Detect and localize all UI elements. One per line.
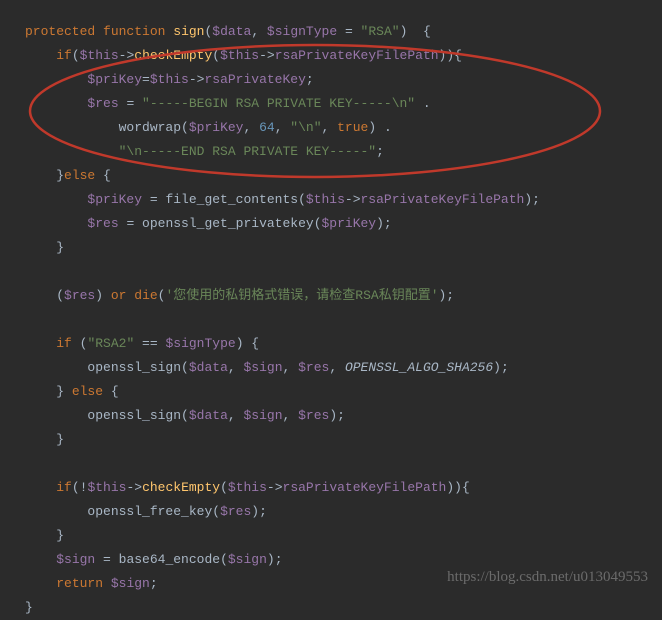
var-res: $res (87, 216, 118, 231)
param-signtype: $signType (267, 24, 337, 39)
call-openssl-freekey: openssl_free_key (87, 504, 212, 519)
prop-rsaprivkey: rsaPrivateKey (204, 72, 305, 87)
keyword-else: else (64, 168, 95, 183)
var-prikey: $priKey (87, 72, 142, 87)
var-sign: $sign (243, 408, 282, 423)
var-prikey: $priKey (87, 192, 142, 207)
var-res: $res (298, 408, 329, 423)
var-res: $res (87, 96, 118, 111)
prop-rsapath: rsaPrivateKeyFilePath (361, 192, 525, 207)
var-this: $this (220, 48, 259, 63)
call-openssl-getprivkey: openssl_get_privatekey (142, 216, 314, 231)
call-checkempty: checkEmpty (142, 480, 220, 495)
var-this: $this (87, 480, 126, 495)
var-res: $res (298, 360, 329, 375)
prop-rsapath: rsaPrivateKeyFilePath (275, 48, 439, 63)
const-sha256: OPENSSL_ALGO_SHA256 (345, 360, 493, 375)
var-this: $this (150, 72, 189, 87)
var-res: $res (220, 504, 251, 519)
var-this: $this (306, 192, 345, 207)
num-64: 64 (259, 120, 275, 135)
var-this: $this (80, 48, 119, 63)
watermark-text: https://blog.csdn.net/u013049553 (447, 565, 648, 589)
string-begin: "-----BEGIN RSA PRIVATE KEY-----\n" (142, 96, 415, 111)
keyword-else: else (72, 384, 103, 399)
keyword-die: die (134, 288, 157, 303)
keyword-function: function (103, 24, 165, 39)
call-openssl-sign: openssl_sign (87, 360, 181, 375)
call-base64encode: base64_encode (119, 552, 220, 567)
var-sign: $sign (56, 552, 95, 567)
var-sign: $sign (228, 552, 267, 567)
call-wordwrap: wordwrap (119, 120, 181, 135)
var-prikey: $priKey (322, 216, 377, 231)
keyword-if: if (56, 48, 72, 63)
keyword-return: return (56, 576, 103, 591)
call-openssl-sign: openssl_sign (87, 408, 181, 423)
keyword-if: if (56, 480, 72, 495)
var-sign: $sign (243, 360, 282, 375)
prop-rsapath: rsaPrivateKeyFilePath (283, 480, 447, 495)
string-error-cn: '您使用的私钥格式错误，请检查RSA私钥配置' (165, 288, 438, 303)
var-data: $data (189, 360, 228, 375)
var-res: $res (64, 288, 95, 303)
keyword-protected: protected (25, 24, 95, 39)
string-end: "\n-----END RSA PRIVATE KEY-----" (119, 144, 376, 159)
keyword-or: or (111, 288, 127, 303)
var-signtype: $signType (165, 336, 235, 351)
var-sign: $sign (111, 576, 150, 591)
function-name: sign (173, 24, 204, 39)
keyword-true: true (337, 120, 368, 135)
call-filegetcontents: file_get_contents (165, 192, 298, 207)
call-checkempty: checkEmpty (134, 48, 212, 63)
var-data: $data (189, 408, 228, 423)
string-rsa: "RSA" (361, 24, 400, 39)
string-nl: "\n" (290, 120, 321, 135)
code-block: protected function sign($data, $signType… (0, 0, 662, 620)
var-this: $this (228, 480, 267, 495)
string-rsa2: "RSA2" (87, 336, 134, 351)
param-data: $data (212, 24, 251, 39)
keyword-if: if (56, 336, 72, 351)
var-prikey: $priKey (189, 120, 244, 135)
